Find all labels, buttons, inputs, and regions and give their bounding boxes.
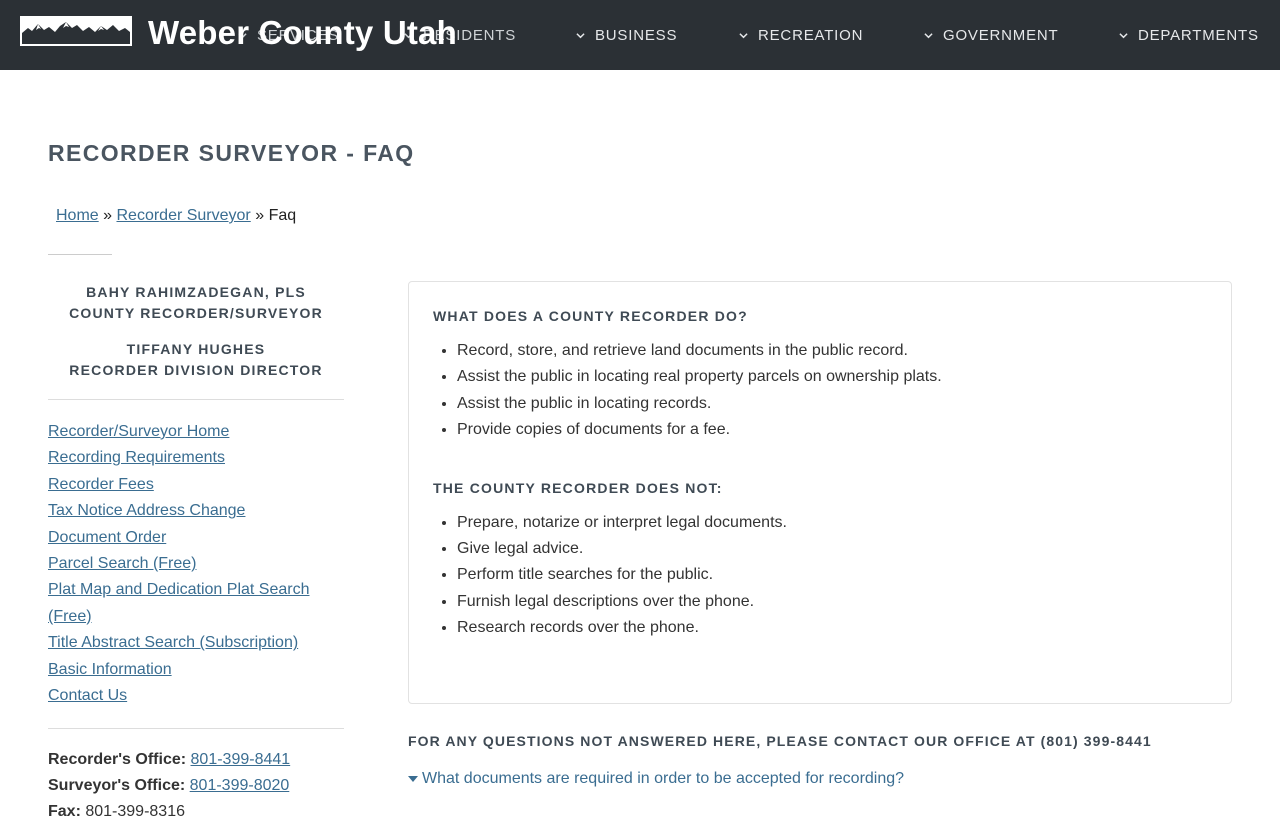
sidebar-link-contact-us[interactable]: Contact Us <box>48 687 127 704</box>
site-title[interactable]: Weber County Utah <box>148 14 457 52</box>
list-item: Title Abstract Search (Subscription) <box>48 630 344 656</box>
faq-question-toggle[interactable]: What documents are required in order to … <box>408 770 904 788</box>
breadcrumb-separator: » <box>98 207 117 224</box>
nav-recreation-label: RECREATION <box>758 26 864 44</box>
list-item: Basic Information <box>48 657 344 683</box>
recorder-duties-list: Record, store, and retrieve land documen… <box>433 338 1207 444</box>
questions-note: FOR ANY QUESTIONS NOT ANSWERED HERE, PLE… <box>408 733 1152 749</box>
sidebar-links: Recorder/Surveyor Home Recording Require… <box>48 419 344 709</box>
nav-government[interactable]: GOVERNMENT <box>924 25 1059 45</box>
sidebar-link-recorder-fees[interactable]: Recorder Fees <box>48 476 154 493</box>
staff-name: BAHY RAHIMZADEGAN, PLS <box>86 284 306 300</box>
staff-role: RECORDER DIVISION DIRECTOR <box>69 362 323 378</box>
list-item: Research records over the phone. <box>457 615 1207 641</box>
list-item: Parcel Search (Free) <box>48 551 344 577</box>
sidebar-link-tax-notice-address-change[interactable]: Tax Notice Address Change <box>48 502 245 519</box>
list-item: Tax Notice Address Change <box>48 498 344 524</box>
chevron-down-icon <box>576 31 585 40</box>
sidebar-link-basic-information[interactable]: Basic Information <box>48 661 172 678</box>
list-item: Perform title searches for the public. <box>457 562 1207 588</box>
list-item: Recorder/Surveyor Home <box>48 419 344 445</box>
list-item: Assist the public in locating real prope… <box>457 364 1207 390</box>
faq-card: WHAT DOES A COUNTY RECORDER DO? Record, … <box>408 281 1232 704</box>
list-item: Assist the public in locating records. <box>457 391 1207 417</box>
caret-down-icon <box>408 776 418 782</box>
recorder-does-not-list: Prepare, notarize or interpret legal doc… <box>433 510 1207 642</box>
contact-surveyor: Surveyor's Office: 801-399-8020 <box>48 773 344 799</box>
recorder-phone-link[interactable]: 801-399-8441 <box>191 751 291 768</box>
contact-label: Surveyor's Office: <box>48 777 186 795</box>
sidebar-link-title-abstract-search[interactable]: Title Abstract Search (Subscription) <box>48 634 298 651</box>
chevron-down-icon <box>924 31 933 40</box>
page-title: RECORDER SURVEYOR - FAQ <box>48 140 415 166</box>
card-heading: WHAT DOES A COUNTY RECORDER DO? <box>433 308 748 324</box>
breadcrumb-home-link[interactable]: Home <box>56 207 99 224</box>
sidebar-link-document-order[interactable]: Document Order <box>48 529 166 546</box>
faq-question-label: What documents are required in order to … <box>422 770 905 787</box>
breadcrumb-separator: » <box>250 207 269 224</box>
divider <box>48 399 344 400</box>
nav-departments[interactable]: DEPARTMENTS <box>1119 25 1259 45</box>
chevron-down-icon <box>1119 31 1128 40</box>
list-item: Furnish legal descriptions over the phon… <box>457 589 1207 615</box>
nav-departments-label: DEPARTMENTS <box>1138 26 1259 44</box>
staff-director: TIFFANY HUGHES RECORDER DIVISION DIRECTO… <box>48 339 344 381</box>
sidebar-link-recorder-surveyor-home[interactable]: Recorder/Surveyor Home <box>48 423 229 440</box>
contact-label: Recorder's Office: <box>48 751 187 769</box>
sidebar-link-recording-requirements[interactable]: Recording Requirements <box>48 449 225 466</box>
staff-name: TIFFANY HUGHES <box>126 341 266 357</box>
list-item: Plat Map and Dedication Plat Search (Fre… <box>48 577 344 630</box>
nav-business-label: BUSINESS <box>595 26 678 44</box>
site-header: Weber County Utah SERVICES RESIDENTS BUS… <box>0 0 1280 70</box>
list-item: Recorder Fees <box>48 472 344 498</box>
breadcrumb-section-link[interactable]: Recorder Surveyor <box>116 207 250 224</box>
mountain-logo-icon <box>22 18 130 44</box>
sidebar-link-plat-map-search[interactable]: Plat Map and Dedication Plat Search (Fre… <box>48 581 309 624</box>
sidebar: BAHY RAHIMZADEGAN, PLS COUNTY RECORDER/S… <box>48 282 344 825</box>
county-logo[interactable] <box>20 16 132 46</box>
list-item: Recording Requirements <box>48 445 344 471</box>
list-item: Document Order <box>48 525 344 551</box>
chevron-down-icon <box>739 31 748 40</box>
nav-government-label: GOVERNMENT <box>943 26 1059 44</box>
breadcrumb: Home » Recorder Surveyor » Faq <box>56 207 296 225</box>
breadcrumb-current: Faq <box>268 207 297 224</box>
list-item: Provide copies of documents for a fee. <box>457 417 1207 443</box>
card-heading: THE COUNTY RECORDER DOES NOT: <box>433 479 723 496</box>
sidebar-link-parcel-search[interactable]: Parcel Search (Free) <box>48 555 197 572</box>
divider <box>48 254 112 255</box>
contact-recorder: Recorder's Office: 801-399-8441 <box>48 747 344 773</box>
contact-fax: Fax: 801-399-8316 <box>48 799 344 825</box>
list-item: Record, store, and retrieve land documen… <box>457 338 1207 364</box>
list-item: Contact Us <box>48 683 344 709</box>
nav-recreation[interactable]: RECREATION <box>739 25 863 45</box>
staff-recorder: BAHY RAHIMZADEGAN, PLS COUNTY RECORDER/S… <box>48 282 344 324</box>
fax-number: 801-399-8316 <box>85 803 185 821</box>
list-item: Prepare, notarize or interpret legal doc… <box>457 510 1207 536</box>
staff-role: COUNTY RECORDER/SURVEYOR <box>69 305 323 321</box>
surveyor-phone-link[interactable]: 801-399-8020 <box>190 777 290 794</box>
list-item: Give legal advice. <box>457 536 1207 562</box>
divider <box>48 728 344 730</box>
contact-label: Fax: <box>48 803 81 821</box>
nav-business[interactable]: BUSINESS <box>576 25 677 45</box>
